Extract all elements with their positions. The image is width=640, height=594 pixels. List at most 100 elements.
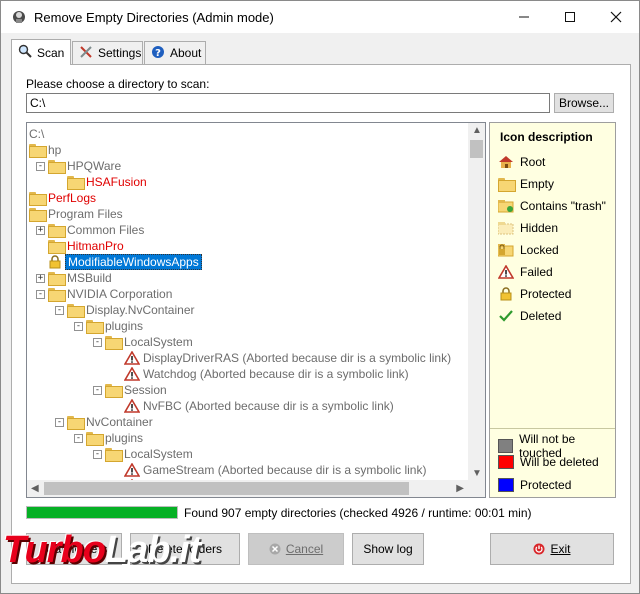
tree-row[interactable]: - NvContainer (55, 414, 153, 430)
tab-settings[interactable]: Settings (72, 41, 143, 64)
tree-row[interactable]: - plugins (74, 430, 143, 446)
gray-swatch (498, 439, 514, 453)
scroll-up-icon[interactable]: ▲ (472, 125, 482, 136)
window-title: Remove Empty Directories (Admin mode) (34, 10, 274, 25)
folder-icon (67, 416, 85, 430)
cancel-button[interactable]: Cancel (248, 533, 344, 565)
legend-locked: Locked (498, 243, 559, 257)
app-window: Remove Empty Directories (Admin mode) Sc… (0, 0, 640, 594)
tools-icon (79, 45, 93, 62)
collapse-icon[interactable]: - (93, 337, 102, 347)
watermark-part2: Lab.it (104, 529, 201, 571)
tree-row[interactable]: - NVIDIA Corporation (36, 286, 172, 302)
tree-row-label: MSBuild (67, 271, 112, 285)
tree-row[interactable]: HitmanPro (48, 238, 124, 254)
directory-path-input[interactable] (26, 93, 550, 113)
vertical-scroll-thumb[interactable] (470, 140, 483, 158)
padlock-icon (498, 287, 514, 301)
svg-text:?: ? (155, 48, 161, 59)
folder-icon (48, 272, 66, 286)
scroll-left-icon[interactable]: ◀ (31, 483, 39, 494)
tab-scan[interactable]: Scan (11, 39, 71, 65)
collapse-icon[interactable]: - (93, 385, 102, 395)
tree-row[interactable]: + Common Files (36, 222, 144, 238)
tree-row[interactable]: ModifiableWindowsApps (48, 254, 202, 270)
tree-row[interactable]: - Session (93, 382, 167, 398)
tree-row[interactable]: HSAFusion (67, 174, 147, 190)
close-window-button[interactable] (593, 1, 639, 33)
maximize-button[interactable] (547, 1, 593, 33)
tree-row-label: Session (124, 383, 167, 397)
legend-color-deleted: Will be deleted (498, 455, 599, 469)
minimize-button[interactable] (501, 1, 547, 33)
collapse-icon[interactable]: - (55, 417, 64, 427)
horizontal-scroll-thumb[interactable] (44, 482, 409, 495)
tree-row[interactable]: GameStream (Aborted because dir is a sym… (124, 462, 426, 478)
tree-row[interactable]: - LocalSystem (93, 334, 193, 350)
tree-row[interactable]: hp (29, 142, 61, 158)
exit-button[interactable]: Exit (490, 533, 614, 565)
legend-protected-icon-label: Protected (520, 287, 572, 301)
tree-row-label: NvFBC (Aborted because dir is a symbolic… (143, 399, 394, 413)
warning-icon (124, 367, 140, 381)
turbolab-watermark: TurboLab.it (3, 529, 201, 572)
legend-empty-label: Empty (520, 177, 555, 191)
maximize-icon (565, 12, 575, 22)
warning-icon (124, 351, 140, 365)
legend-trash: Contains "trash" (498, 199, 606, 213)
expand-icon[interactable]: + (36, 225, 45, 235)
tree-row-label: Common Files (67, 223, 145, 237)
scroll-corner (468, 480, 485, 497)
tree-row[interactable]: DisplayDriverRAS (Aborted because dir is… (124, 350, 451, 366)
show-log-button[interactable]: Show log (352, 533, 424, 565)
folder-icon (86, 432, 104, 446)
legend-hidden: Hidden (498, 221, 558, 235)
tree-row-label: PerfLogs (48, 191, 97, 205)
collapse-icon[interactable]: - (36, 289, 45, 299)
vertical-scrollbar[interactable]: ▲ ▼ (468, 123, 485, 481)
tab-scan-label: Scan (37, 45, 65, 60)
tree-row-label: LocalSystem (124, 447, 193, 461)
folder-icon (29, 144, 47, 158)
tree-row-label: GameStream (Aborted because dir is a sym… (143, 463, 427, 477)
tree-row-label: Watchdog (Aborted because dir is a symbo… (143, 367, 409, 381)
collapse-icon[interactable]: - (74, 321, 83, 331)
tree-row[interactable]: - LocalSystem (93, 446, 193, 462)
scroll-down-icon[interactable]: ▼ (472, 468, 482, 479)
tree-row[interactable]: NvFBC (Aborted because dir is a symbolic… (124, 398, 394, 414)
legend-color-protected-label: Protected (520, 478, 572, 492)
legend-trash-label: Contains "trash" (520, 199, 606, 213)
horizontal-scrollbar[interactable]: ◀ ▶ (27, 480, 468, 497)
legend-divider (490, 428, 615, 429)
folder-icon (105, 448, 123, 462)
tab-about[interactable]: ? About (144, 41, 206, 64)
collapse-icon[interactable]: - (93, 449, 102, 459)
tree-row[interactable]: + MSBuild (36, 270, 112, 286)
tree-row[interactable]: Program Files (29, 206, 123, 222)
tree-row-label: NVIDIA Corporation (67, 287, 173, 301)
tree-row[interactable]: PerfLogs (29, 190, 96, 206)
help-icon: ? (151, 45, 165, 62)
tree-row[interactable]: Watchdog (Aborted because dir is a symbo… (124, 366, 409, 382)
directory-tree[interactable]: C:\ hp - HPQWare HSAFusion PerfLogs Program Fi… (26, 122, 486, 498)
scroll-right-icon[interactable]: ▶ (456, 483, 464, 494)
scan-status-text: Found 907 empty directories (checked 492… (184, 506, 532, 520)
tree-row[interactable]: - plugins (74, 318, 143, 334)
folder-icon (48, 288, 66, 302)
legend-deleted-label: Deleted (520, 309, 562, 323)
collapse-icon[interactable]: - (55, 305, 64, 315)
scan-progress-fill (27, 507, 177, 518)
folder-icon (105, 384, 123, 398)
title-bar: Remove Empty Directories (Admin mode) (1, 1, 639, 33)
tree-row[interactable]: - HPQWare (36, 158, 121, 174)
folder-icon (105, 336, 123, 350)
tree-row[interactable]: C:\ (29, 126, 44, 142)
collapse-icon[interactable]: - (36, 161, 45, 171)
magnifier-icon (18, 44, 32, 61)
legend-failed: Failed (498, 265, 553, 279)
tree-row[interactable]: - Display.NvContainer (55, 302, 195, 318)
collapse-icon[interactable]: - (74, 433, 83, 443)
legend-title: Icon description (500, 130, 593, 144)
browse-button[interactable]: Browse... (554, 93, 614, 113)
expand-icon[interactable]: + (36, 273, 45, 283)
